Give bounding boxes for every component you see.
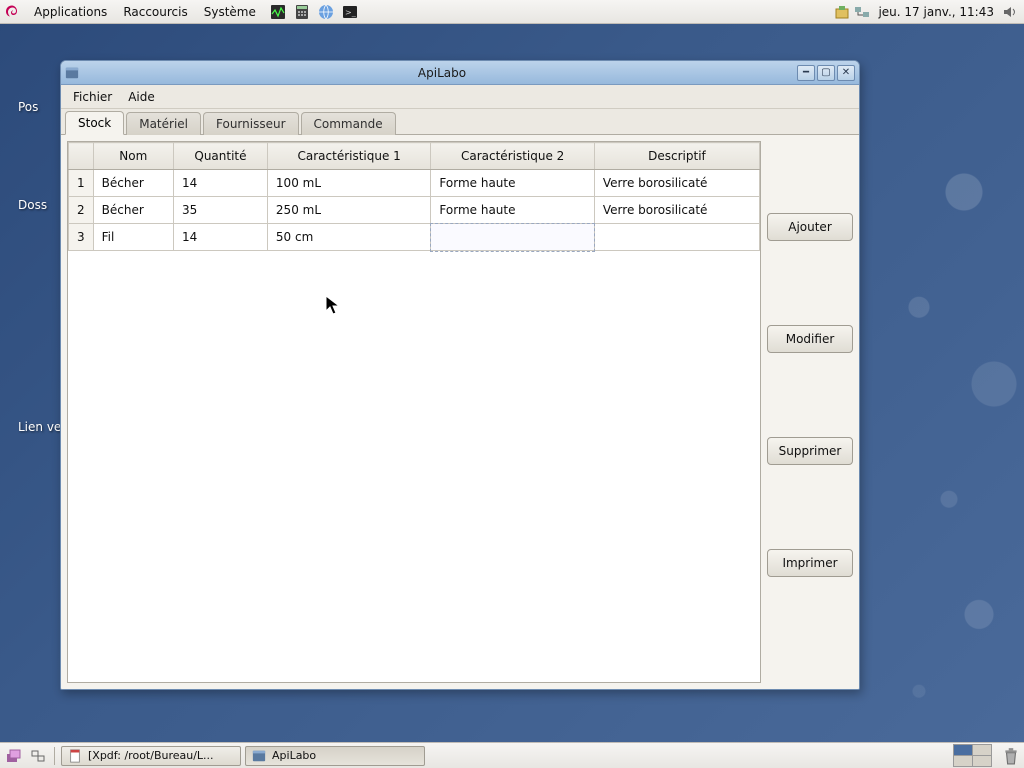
table-row[interactable]: 1 Bécher 14 100 mL Forme haute Verre bor… — [69, 170, 760, 197]
taskbar-item-label: ApiLabo — [272, 749, 316, 762]
cell-quantite[interactable]: 35 — [173, 197, 267, 224]
supprimer-button[interactable]: Supprimer — [767, 437, 853, 465]
calculator-icon[interactable] — [292, 3, 312, 21]
cell-nom[interactable]: Fil — [93, 224, 173, 251]
cell-quantite[interactable]: 14 — [173, 224, 267, 251]
cell-carac1[interactable]: 250 mL — [267, 197, 430, 224]
workspace-2[interactable] — [973, 745, 991, 755]
cell-num: 1 — [69, 170, 94, 197]
menubar: Fichier Aide — [61, 85, 859, 109]
cell-carac2[interactable]: Forme haute — [431, 170, 594, 197]
separator — [54, 747, 55, 765]
cell-descriptif[interactable] — [594, 224, 759, 251]
launcher-icons: >_ — [268, 3, 360, 21]
close-button[interactable]: ✕ — [837, 65, 855, 81]
show-desktop-icon[interactable] — [4, 747, 24, 765]
applications-menu[interactable]: Applications — [26, 5, 115, 19]
titlebar[interactable]: ApiLabo ━ ▢ ✕ — [61, 61, 859, 85]
cell-carac2[interactable]: Forme haute — [431, 197, 594, 224]
workspace-4[interactable] — [973, 756, 991, 766]
desktop-icon-label[interactable]: Lien ve — [18, 420, 61, 434]
tab-strip: Stock Matériel Fournisseur Commande — [61, 109, 859, 135]
menu-fichier[interactable]: Fichier — [65, 88, 120, 106]
workspace-3[interactable] — [954, 756, 972, 766]
document-icon — [68, 749, 82, 763]
taskbar-item-apilabo[interactable]: ApiLabo — [245, 746, 425, 766]
side-buttons: Ajouter Modifier Supprimer Imprimer — [767, 141, 853, 683]
terminal-icon[interactable]: >_ — [340, 3, 360, 21]
cell-carac1[interactable]: 50 cm — [267, 224, 430, 251]
desktop-icon-label[interactable]: Doss — [18, 198, 47, 212]
taskbar-item-label: [Xpdf: /root/Bureau/L... — [88, 749, 214, 762]
col-carac1[interactable]: Caractéristique 1 — [267, 143, 430, 170]
top-panel: Applications Raccourcis Système >_ jeu. … — [0, 0, 1024, 24]
apilabo-window: ApiLabo ━ ▢ ✕ Fichier Aide Stock Matérie… — [60, 60, 860, 690]
raccourcis-menu[interactable]: Raccourcis — [115, 5, 195, 19]
minimize-button[interactable]: ━ — [797, 65, 815, 81]
stock-table-wrap[interactable]: Nom Quantité Caractéristique 1 Caractéri… — [67, 141, 761, 683]
tab-commande[interactable]: Commande — [301, 112, 396, 135]
tab-stock[interactable]: Stock — [65, 111, 124, 135]
volume-icon[interactable] — [1000, 3, 1020, 21]
window-title: ApiLabo — [87, 66, 797, 80]
cell-quantite[interactable]: 14 — [173, 170, 267, 197]
col-carac2[interactable]: Caractéristique 2 — [431, 143, 594, 170]
taskbar-item-xpdf[interactable]: [Xpdf: /root/Bureau/L... — [61, 746, 241, 766]
tab-materiel[interactable]: Matériel — [126, 112, 201, 135]
tab-fournisseur[interactable]: Fournisseur — [203, 112, 299, 135]
col-quantite[interactable]: Quantité — [173, 143, 267, 170]
cell-carac1[interactable]: 100 mL — [267, 170, 430, 197]
table-row[interactable]: 2 Bécher 35 250 mL Forme haute Verre bor… — [69, 197, 760, 224]
debian-logo-icon[interactable] — [4, 4, 20, 20]
system-monitor-icon[interactable] — [268, 3, 288, 21]
svg-text:>_: >_ — [345, 8, 357, 17]
app-icon — [65, 65, 81, 81]
workspace-1[interactable] — [954, 745, 972, 755]
maximize-button[interactable]: ▢ — [817, 65, 835, 81]
col-nom[interactable]: Nom — [93, 143, 173, 170]
desktop-icon-label[interactable]: Pos — [18, 100, 38, 114]
col-descriptif[interactable]: Descriptif — [594, 143, 759, 170]
menu-aide[interactable]: Aide — [120, 88, 163, 106]
table-row[interactable]: 3 Fil 14 50 cm — [69, 224, 760, 251]
imprimer-button[interactable]: Imprimer — [767, 549, 853, 577]
cell-nom[interactable]: Bécher — [93, 197, 173, 224]
cell-nom[interactable]: Bécher — [93, 170, 173, 197]
bottom-taskbar: [Xpdf: /root/Bureau/L... ApiLabo — [0, 742, 1024, 768]
network-icon[interactable] — [852, 3, 872, 21]
cell-carac2[interactable] — [431, 224, 594, 251]
tab-content: Nom Quantité Caractéristique 1 Caractéri… — [61, 135, 859, 689]
trash-icon[interactable] — [1002, 747, 1020, 765]
workspace-switcher[interactable] — [953, 744, 992, 767]
window-list-icon[interactable] — [28, 747, 48, 765]
cell-num: 2 — [69, 197, 94, 224]
cell-num: 3 — [69, 224, 94, 251]
modifier-button[interactable]: Modifier — [767, 325, 853, 353]
window-icon — [252, 749, 266, 763]
update-notifier-icon[interactable] — [832, 3, 852, 21]
browser-icon[interactable] — [316, 3, 336, 21]
stock-table: Nom Quantité Caractéristique 1 Caractéri… — [68, 142, 760, 251]
wallpaper-bubbles — [874, 0, 1024, 768]
systeme-menu[interactable]: Système — [196, 5, 264, 19]
cell-descriptif[interactable]: Verre borosilicaté — [594, 197, 759, 224]
col-num[interactable] — [69, 143, 94, 170]
clock[interactable]: jeu. 17 janv., 11:43 — [872, 5, 1000, 19]
cell-descriptif[interactable]: Verre borosilicaté — [594, 170, 759, 197]
ajouter-button[interactable]: Ajouter — [767, 213, 853, 241]
